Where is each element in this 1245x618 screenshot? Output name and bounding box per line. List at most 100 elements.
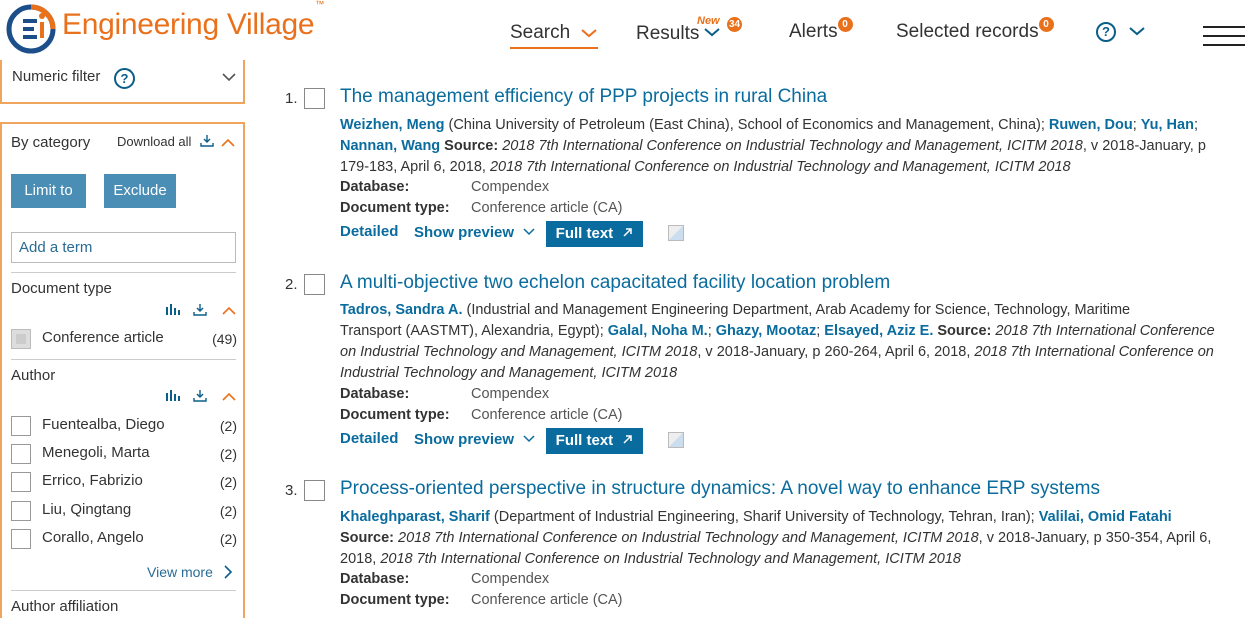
facet-item-author[interactable]: Menegoli, Marta (2) [11,442,237,466]
nav-selected-records[interactable]: Selected records 0 [896,16,1054,43]
author-link[interactable]: Nannan, Wang [340,138,440,154]
view-more-label: View more [147,564,213,580]
facet-checkbox[interactable] [11,529,31,549]
download-icon[interactable] [193,303,208,316]
chevron-down-icon [523,435,535,443]
nav-search[interactable]: Search [510,22,599,49]
result-citation: Tadros, Sandra A. (Industrial and Manage… [340,300,1245,384]
facet-tools [165,388,236,407]
show-preview-label: Show preview [414,431,515,448]
results-count-badge: 34 [727,17,743,32]
full-text-button[interactable]: Full text [546,221,643,247]
affiliation-text: (China University of Petroleum (East Chi… [444,117,1049,133]
numeric-filter-label: Numeric filter [12,68,101,85]
separator: ; [1193,117,1198,133]
engineering-village-logo[interactable] [6,4,56,54]
limit-to-button[interactable]: Limit to [11,174,86,208]
brand-name[interactable]: Engineering Village™ [62,0,324,42]
chevron-down-icon[interactable] [1128,25,1146,37]
doctype-value: Conference article (CA) [471,592,623,608]
result-number: 3. [285,482,298,499]
divider [11,590,236,591]
exclude-button[interactable]: Exclude [104,174,176,208]
source-title: 2018 7th International Conference on Ind… [502,138,1083,154]
source-detail: 2018, [340,551,381,567]
author-link[interactable]: Weizhen, Meng [340,117,444,133]
author-title: Author [11,367,56,384]
source-title: 2018 7th International Conference on Ind… [489,159,1071,175]
author-affiliation-title: Author affiliation [11,598,119,615]
facet-count: (2) [219,446,237,462]
facet-count: (2) [219,531,237,547]
facet-checkbox[interactable] [11,329,31,349]
facet-label: Fuentealba, Diego [42,416,165,433]
author-link[interactable]: Valilai, Omid Fatahi [1039,509,1172,525]
facet-checkbox[interactable] [11,472,31,492]
chevron-up-icon[interactable] [222,392,236,402]
author-link[interactable]: Khaleghparast, Sharif [340,509,490,525]
chevron-down-icon [581,29,597,38]
result-item: 1. The management efficiency of PPP proj… [282,86,1245,247]
result-citation: Khaleghparast, Sharif (Department of Ind… [340,507,1245,570]
nav-search-label: Search [510,22,571,43]
download-all-link[interactable]: Download all [117,134,214,149]
help-icon[interactable]: ? [1096,22,1116,42]
author-link[interactable]: Galal, Noha M. [608,323,708,339]
bar-chart-icon[interactable] [165,302,181,316]
nav-alerts-label: Alerts [789,21,838,42]
chevron-down-icon[interactable] [221,72,237,82]
menu-icon[interactable] [1203,26,1245,46]
facet-label: Menegoli, Marta [42,444,150,461]
facet-count: (2) [219,503,237,519]
nav-alerts[interactable]: Alerts 0 [789,16,853,43]
download-icon[interactable] [193,389,208,402]
broken-image-icon [668,432,684,448]
show-preview-link[interactable]: Show preview [414,224,535,241]
result-item: 3. Process-oriented perspective in struc… [282,478,1242,618]
facet-label: Conference article [42,329,164,346]
help-icon[interactable]: ? [114,68,135,89]
database-row: Database: Compendex [340,179,549,195]
facet-checkbox[interactable] [11,444,31,464]
download-all-label: Download all [117,134,192,149]
facet-item-author[interactable]: Errico, Fabrizio (2) [11,470,237,494]
chevron-up-icon[interactable] [222,306,236,316]
result-title[interactable]: The management efficiency of PPP project… [340,86,827,108]
result-checkbox[interactable] [304,88,325,109]
result-title[interactable]: A multi-objective two echelon capacitate… [340,272,890,294]
external-link-icon [623,228,633,237]
show-preview-link[interactable]: Show preview [414,431,535,448]
result-title[interactable]: Process-oriented perspective in structur… [340,478,1100,500]
author-link[interactable]: Yu, Han [1141,117,1194,133]
result-checkbox[interactable] [304,480,325,501]
numeric-filter-panel[interactable]: Numeric filter ? [0,60,245,104]
doctype-value: Conference article (CA) [471,200,623,216]
facet-item-author[interactable]: Liu, Qingtang (2) [11,499,237,523]
facet-item-author[interactable]: Fuentealba, Diego (2) [11,414,237,438]
facet-sidebar: Numeric filter ? By category Download al… [0,60,245,618]
alerts-count-badge: 0 [837,16,853,32]
doctype-label: Document type: [340,592,450,608]
facet-item-author[interactable]: Corallo, Angelo (2) [11,527,237,551]
detailed-link[interactable]: Detailed [340,223,398,240]
bar-chart-icon[interactable] [165,388,181,402]
result-checkbox[interactable] [304,274,325,295]
result-citation: Weizhen, Meng (China University of Petro… [340,115,1245,178]
facet-checkbox[interactable] [11,416,31,436]
by-category-label: By category [11,134,91,151]
chevron-up-icon[interactable] [221,138,235,148]
view-more-link[interactable]: View more [147,564,233,580]
facet-label: Liu, Qingtang [42,501,132,518]
author-link[interactable]: Tadros, Sandra A. [340,302,462,318]
author-link[interactable]: Ghazy, Mootaz [716,323,816,339]
add-term-input[interactable]: Add a term [11,232,236,263]
full-text-button[interactable]: Full text [546,428,643,454]
detailed-link[interactable]: Detailed [340,430,398,447]
source-detail: 179-183, April 6, 2018, [340,159,490,175]
chevron-down-icon [523,228,535,236]
facet-item-conference-article[interactable]: Conference article (49) [11,327,237,351]
author-link[interactable]: Elsayed, Aziz E. [824,323,933,339]
author-link[interactable]: Ruwen, Dou [1049,117,1133,133]
facet-checkbox[interactable] [11,501,31,521]
source-detail: , v 2018-January, p 260-264, April 6, 20… [697,344,975,360]
